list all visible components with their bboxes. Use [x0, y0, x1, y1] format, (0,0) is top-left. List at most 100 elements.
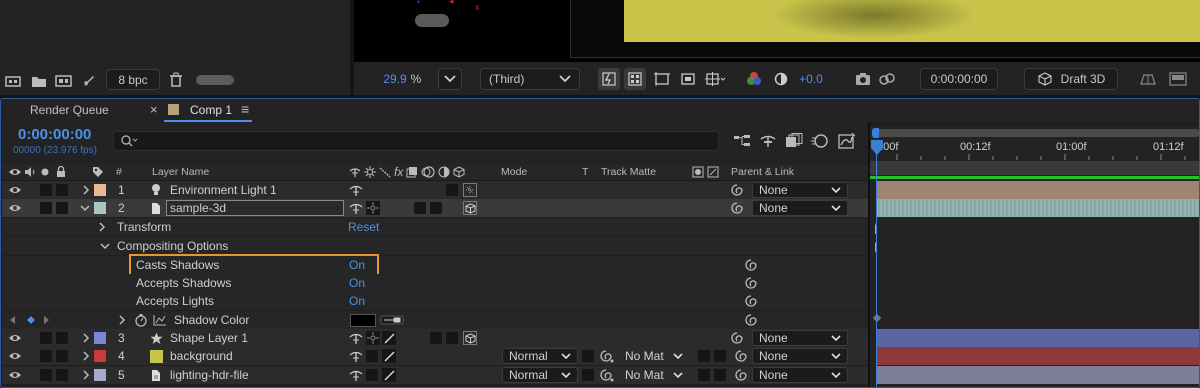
video-toggle-eye-icon[interactable]	[8, 199, 22, 217]
lock-toggle[interactable]	[56, 329, 68, 347]
viewer-gizmo[interactable]	[415, 14, 449, 27]
matte-pickwhip-icon[interactable]	[599, 366, 615, 384]
tab-close-button[interactable]: ×	[150, 102, 158, 117]
layer-label-color[interactable]	[94, 181, 106, 199]
layer-bar-1[interactable]	[876, 181, 1200, 199]
video-toggle-eye-icon[interactable]	[8, 181, 22, 199]
lock-toggle[interactable]	[56, 347, 68, 365]
switch-box[interactable]	[698, 366, 710, 384]
layer-bar-2[interactable]	[876, 199, 1200, 217]
tab-comp-1[interactable]: Comp 1	[190, 103, 232, 117]
accepts-lights-row[interactable]: Accepts Lights On	[2, 292, 868, 310]
folder-icon[interactable]	[30, 73, 48, 89]
layer-label-color[interactable]	[94, 199, 106, 217]
renderer-button[interactable]: Draft 3D	[1024, 68, 1118, 90]
parent-link-column-header[interactable]: Parent & Link	[731, 164, 794, 180]
accepts-lights-value[interactable]: On	[349, 292, 365, 310]
blend-mode-dropdown[interactable]: Normal	[502, 366, 578, 384]
toggle-mask-icon[interactable]	[678, 68, 698, 90]
layer-bar-3[interactable]	[876, 329, 1200, 347]
solo-toggle[interactable]	[40, 329, 52, 347]
work-area-bar[interactable]	[874, 129, 1200, 137]
expression-pickwhip-icon[interactable]	[744, 256, 758, 274]
layer-bar-5[interactable]	[876, 366, 1200, 384]
solo-toggle[interactable]	[40, 199, 52, 217]
snapshot-icon[interactable]	[852, 68, 874, 90]
transform-property-row[interactable]: Transform Reset	[2, 218, 868, 236]
layer-name-column-header[interactable]: Layer Name	[152, 164, 209, 180]
accepts-shadows-value[interactable]: On	[349, 274, 365, 292]
solo-toggle[interactable]	[40, 181, 52, 199]
quality-slash-icon[interactable]	[382, 366, 398, 384]
layer-name-edit[interactable]: sample-3d	[166, 199, 344, 217]
shadow-color-swatch[interactable]	[350, 311, 376, 329]
draft-3d-shy-icon[interactable]	[758, 133, 778, 149]
eyedropper-icon[interactable]	[380, 311, 404, 329]
pickwhip-icon[interactable]	[734, 347, 748, 365]
parent-dropdown[interactable]: None	[752, 181, 848, 199]
channels-icon[interactable]	[744, 68, 764, 90]
layer-row-4[interactable]: 4 background Normal No Mat None	[2, 347, 868, 365]
pickwhip-icon[interactable]	[730, 199, 744, 217]
layer-label-color[interactable]	[94, 366, 106, 384]
draft-3d-ground-icon[interactable]	[1134, 68, 1162, 90]
number-column-header[interactable]: #	[116, 164, 122, 180]
layer-name[interactable]: Shape Layer 1	[170, 329, 248, 347]
thumbnail-slider[interactable]	[196, 75, 234, 85]
preserve-transparency-toggle[interactable]	[582, 366, 594, 384]
switch-box[interactable]	[366, 347, 378, 365]
collapse-chevron-icon[interactable]	[100, 237, 110, 255]
switch-box[interactable]	[714, 347, 726, 365]
pickwhip-icon[interactable]	[730, 181, 744, 199]
comp-mini-flowchart-icon[interactable]	[732, 133, 752, 149]
mode-column-header[interactable]: Mode	[501, 164, 527, 180]
lock-toggle[interactable]	[56, 199, 68, 217]
pickwhip-icon[interactable]	[734, 366, 748, 384]
next-keyframe-icon[interactable]	[44, 311, 50, 329]
reset-exposure-icon[interactable]	[770, 68, 792, 90]
keyframe-diamond-icon[interactable]	[25, 311, 37, 329]
stopwatch-icon[interactable]	[134, 311, 148, 329]
video-toggle-eye-icon[interactable]	[8, 347, 22, 365]
exposure-value[interactable]: +0.0	[796, 68, 826, 90]
shy-switch-icon[interactable]	[349, 199, 363, 217]
pickwhip-icon[interactable]	[730, 329, 744, 347]
layer-label-color[interactable]	[94, 347, 106, 365]
expand-chevron-icon[interactable]	[82, 181, 90, 199]
trash-icon[interactable]	[168, 72, 184, 88]
expand-chevron-icon[interactable]	[118, 311, 126, 329]
shy-switch-icon[interactable]	[349, 347, 363, 365]
3d-cube-icon[interactable]	[463, 199, 477, 217]
accepts-shadows-row[interactable]: Accepts Shadows On	[2, 274, 868, 292]
expand-chevron-icon[interactable]	[82, 366, 90, 384]
expression-pickwhip-icon[interactable]	[744, 292, 758, 310]
lock-toggle[interactable]	[56, 181, 68, 199]
grid-guides-icon[interactable]	[703, 68, 727, 90]
zoom-value[interactable]: 29.9	[382, 68, 408, 90]
layer-row-5[interactable]: 5 lighting-hdr-file Normal No Mat None	[2, 366, 868, 384]
track-matte-column-header[interactable]: Track Matte	[601, 164, 656, 180]
current-time-display[interactable]: 0:00:00:00	[920, 68, 998, 90]
layer-name[interactable]: lighting-hdr-file	[170, 366, 249, 384]
casts-shadows-value[interactable]: On	[349, 256, 365, 274]
video-toggle-eye-icon[interactable]	[8, 366, 22, 384]
switch-box[interactable]	[430, 329, 442, 347]
expand-chevron-icon[interactable]	[98, 218, 106, 236]
tab-render-queue[interactable]: Render Queue	[30, 103, 109, 117]
region-of-interest-icon[interactable]	[651, 68, 673, 90]
fast-previews-icon[interactable]	[598, 68, 620, 90]
render-rocket-icon[interactable]	[80, 73, 98, 89]
tab-menu-icon[interactable]: ≡	[241, 101, 249, 117]
collapse-sun-icon[interactable]	[366, 199, 382, 217]
switch-box[interactable]	[430, 199, 442, 217]
quality-slash-icon[interactable]	[382, 329, 398, 347]
parent-dropdown[interactable]: None	[752, 199, 848, 217]
solo-toggle[interactable]	[40, 347, 52, 365]
expand-chevron-icon[interactable]	[82, 329, 90, 347]
layer-row-2[interactable]: 2 sample-3d None	[2, 199, 868, 217]
shy-switch-icon[interactable]	[349, 181, 363, 199]
graph-editor-icon[interactable]	[836, 131, 858, 151]
transform-reset-link[interactable]: Reset	[348, 218, 379, 236]
expression-pickwhip-icon[interactable]	[744, 311, 758, 329]
view-dropdown[interactable]: (Third)	[480, 68, 580, 90]
